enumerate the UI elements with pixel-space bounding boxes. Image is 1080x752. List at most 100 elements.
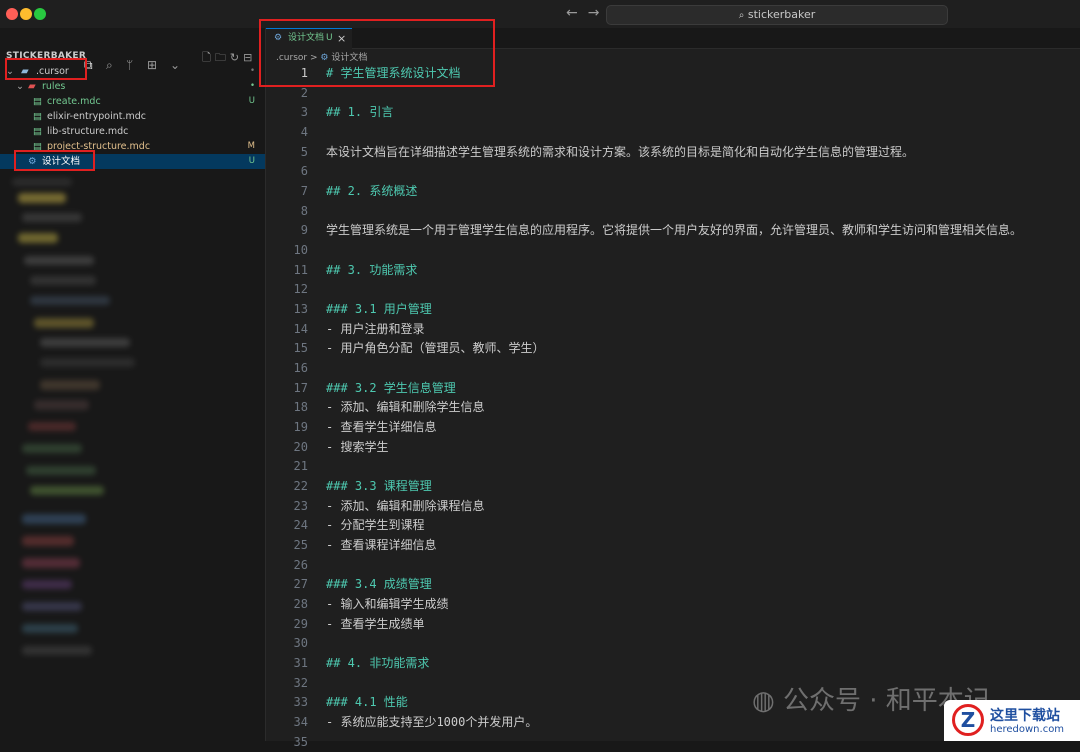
code-line[interactable]: 17 ### 3.2 学生信息管理	[266, 379, 1080, 399]
search-icon: ⌕	[738, 10, 745, 21]
highlight-box-cursor-folder	[5, 58, 87, 80]
code-line[interactable]: 27 ### 3.4 成绩管理	[266, 575, 1080, 595]
code-text: - 查看学生成绩单	[326, 616, 425, 631]
command-center-search[interactable]: ⌕ stickerbaker	[606, 5, 948, 25]
tree-item-lib-structure[interactable]: ▤ lib-structure.mdc	[0, 124, 265, 139]
line-number: 16	[293, 361, 308, 376]
line-number: 32	[293, 675, 308, 690]
line-number: 5	[300, 144, 308, 159]
code-line[interactable]: 14 - 用户注册和登录	[266, 320, 1080, 340]
line-number: 28	[293, 597, 308, 612]
explorer-sidebar: ⧉ ⌕ ᛘ ⊞ ⌄ STICKERBAKER 🗋 🗀 ↻ ⊟ ⌄ ▰ .cursor …	[0, 28, 266, 741]
wechat-icon: ◍	[752, 686, 775, 716]
code-line[interactable]: 10	[266, 241, 1080, 261]
code-line[interactable]: 31 ## 4. 非功能需求	[266, 654, 1080, 674]
tree-item-elixir-entrypoint[interactable]: ▤ elixir-entrypoint.mdc	[0, 109, 265, 124]
back-arrow-icon[interactable]: ←	[566, 5, 578, 21]
code-line[interactable]: 19 - 查看学生详细信息	[266, 418, 1080, 438]
git-status-badge: •	[249, 81, 255, 91]
code-line[interactable]: 16	[266, 359, 1080, 379]
code-line[interactable]: 12	[266, 280, 1080, 300]
collapse-all-icon[interactable]: ⊟	[243, 51, 252, 64]
code-text: ### 3.3 课程管理	[326, 479, 432, 494]
code-text: 学生管理系统是一个用于管理学生信息的应用程序。它将提供一个用户友好的界面，允许管…	[326, 223, 1023, 238]
code-text: ## 4. 非功能需求	[326, 656, 430, 671]
code-text: ## 3. 功能需求	[326, 262, 418, 277]
code-text: - 输入和编辑学生成绩	[326, 597, 449, 612]
line-number: 8	[300, 203, 308, 218]
line-number: 26	[293, 557, 308, 572]
new-folder-icon[interactable]: 🗀	[215, 51, 226, 64]
line-number: 7	[300, 184, 308, 199]
tree-item-label: lib-structure.mdc	[47, 126, 129, 137]
new-file-icon[interactable]: 🗋	[202, 51, 211, 64]
code-line[interactable]: 9 学生管理系统是一个用于管理学生信息的应用程序。它将提供一个用户友好的界面，允许…	[266, 221, 1080, 241]
line-number: 24	[293, 518, 308, 533]
close-window-button[interactable]	[6, 8, 18, 20]
title-bar: ← → ⌕ stickerbaker	[0, 0, 1080, 29]
code-line[interactable]: 25 - 查看课程详细信息	[266, 536, 1080, 556]
line-number: 12	[293, 282, 308, 297]
line-number: 17	[293, 380, 308, 395]
code-line[interactable]: 22 ### 3.3 课程管理	[266, 477, 1080, 497]
line-number: 31	[293, 656, 308, 671]
line-number: 14	[293, 321, 308, 336]
line-number: 6	[300, 164, 308, 179]
code-text: - 添加、编辑和删除课程信息	[326, 498, 485, 513]
line-number: 15	[293, 341, 308, 356]
code-line[interactable]: 18 - 添加、编辑和删除学生信息	[266, 398, 1080, 418]
line-number: 29	[293, 616, 308, 631]
code-line[interactable]: 21	[266, 457, 1080, 477]
line-number: 30	[293, 636, 308, 651]
line-number: 11	[293, 262, 308, 277]
forward-arrow-icon[interactable]: →	[588, 5, 600, 21]
nav-arrows: ← →	[566, 5, 609, 21]
search-text: stickerbaker	[747, 8, 816, 21]
code-line[interactable]: 13 ### 3.1 用户管理	[266, 300, 1080, 320]
code-line[interactable]: 24 - 分配学生到课程	[266, 516, 1080, 536]
code-line[interactable]: 29 - 查看学生成绩单	[266, 615, 1080, 635]
code-line[interactable]: 4	[266, 123, 1080, 143]
tree-item-create-mdc[interactable]: ▤ create.mdc U	[0, 94, 265, 109]
code-line[interactable]: 5 本设计文档旨在详细描述学生管理系统的需求和设计方案。该系统的目标是简化和自动化…	[266, 143, 1080, 163]
line-number: 19	[293, 420, 308, 435]
code-line[interactable]: 26	[266, 556, 1080, 576]
file-icon: ▤	[33, 96, 42, 107]
tree-item-rules-folder[interactable]: ⌄ ▰ rules •	[0, 79, 265, 94]
code-text: - 查看学生详细信息	[326, 420, 437, 435]
code-line[interactable]: 6	[266, 162, 1080, 182]
minimize-window-button[interactable]	[20, 8, 32, 20]
site-logo: Z 这里下载站 heredown.com	[944, 700, 1080, 741]
line-number: 3	[300, 105, 308, 120]
line-number: 34	[293, 715, 308, 730]
code-text: - 分配学生到课程	[326, 518, 425, 533]
line-number: 22	[293, 479, 308, 494]
line-number: 21	[293, 459, 308, 474]
code-line[interactable]: 20 - 搜索学生	[266, 438, 1080, 458]
code-line[interactable]: 11 ## 3. 功能需求	[266, 261, 1080, 281]
code-line[interactable]: 30	[266, 634, 1080, 654]
zoom-window-button[interactable]	[34, 8, 46, 20]
code-text: ### 3.2 学生信息管理	[326, 380, 456, 395]
code-line[interactable]: 28 - 输入和编辑学生成绩	[266, 595, 1080, 615]
code-text: - 搜索学生	[326, 439, 389, 454]
file-icon: ▤	[33, 111, 42, 122]
code-text: ### 4.1 性能	[326, 695, 408, 710]
code-text: - 用户角色分配（管理员、教师、学生）	[326, 341, 545, 356]
code-text: - 用户注册和登录	[326, 321, 425, 336]
code-line[interactable]: 8	[266, 202, 1080, 222]
code-text: 本设计文档旨在详细描述学生管理系统的需求和设计方案。该系统的目标是简化和自动化学…	[326, 144, 915, 159]
code-line[interactable]: 23 - 添加、编辑和删除课程信息	[266, 497, 1080, 517]
code-line[interactable]: 7 ## 2. 系统概述	[266, 182, 1080, 202]
refresh-icon[interactable]: ↻	[230, 51, 239, 64]
code-line[interactable]: 15 - 用户角色分配（管理员、教师、学生）	[266, 339, 1080, 359]
git-status-badge: •	[249, 66, 255, 76]
line-number: 10	[293, 243, 308, 258]
git-status-badge: U	[248, 156, 255, 166]
code-line[interactable]: 3 ## 1. 引言	[266, 103, 1080, 123]
line-number: 27	[293, 577, 308, 592]
line-number: 23	[293, 498, 308, 513]
highlight-box-tab	[259, 19, 495, 87]
code-text: - 系统应能支持至少1000个并发用户。	[326, 715, 538, 730]
chevron-down-icon: ⌄	[16, 81, 24, 92]
